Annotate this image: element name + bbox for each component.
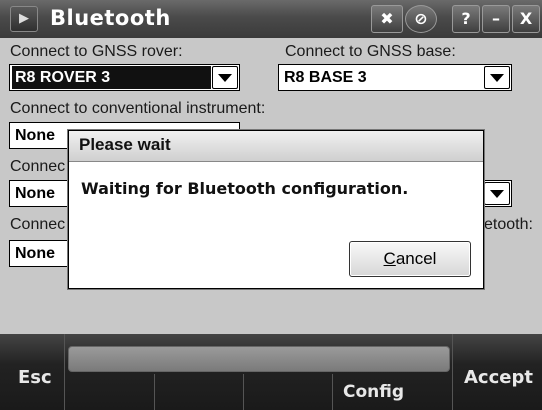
dialog-title: Please wait	[79, 135, 171, 154]
rover-dropdown[interactable]: R8 ROVER 3	[9, 64, 240, 91]
minimize-button[interactable]: –	[482, 5, 510, 33]
softkey-blank[interactable]	[154, 374, 243, 410]
softkey-blank[interactable]	[243, 374, 332, 410]
row4-right-label: etooth:	[484, 216, 533, 233]
window-title: Bluetooth	[50, 6, 171, 30]
separator	[452, 334, 453, 410]
row3-label: Connec	[10, 158, 66, 175]
base-label: Connect to GNSS base:	[285, 43, 456, 60]
chevron-down-icon[interactable]	[212, 66, 238, 89]
base-dropdown[interactable]: R8 BASE 3	[278, 64, 512, 91]
dialog-message: Waiting for Bluetooth configuration.	[81, 179, 409, 198]
chevron-down-icon[interactable]	[484, 66, 510, 89]
bluetooth-app-icon[interactable]: ▶	[10, 6, 38, 32]
config-button[interactable]: Config	[332, 374, 421, 410]
cancel-button[interactable]: Cancel	[349, 241, 471, 277]
title-bar: ▶ Bluetooth ✖ ⊘ ? – X	[0, 0, 542, 38]
help-button[interactable]: ?	[452, 5, 480, 33]
config-label: Config	[343, 382, 405, 402]
base-value: R8 BASE 3	[284, 69, 367, 86]
no-entry-icon[interactable]: ⊘	[405, 5, 437, 33]
satellite-icon[interactable]: ✖	[371, 5, 403, 33]
please-wait-dialog: Please wait Waiting for Bluetooth config…	[68, 130, 484, 289]
accept-button[interactable]: Accept	[464, 367, 533, 388]
row4-label: Connec	[10, 216, 66, 233]
rover-label: Connect to GNSS rover:	[10, 43, 183, 60]
chevron-down-icon[interactable]	[484, 182, 510, 205]
softkey-row: Config	[66, 374, 452, 410]
separator	[64, 334, 65, 410]
esc-button[interactable]: Esc	[18, 367, 52, 388]
close-button[interactable]: X	[512, 5, 540, 33]
conventional-label: Connect to conventional instrument:	[10, 100, 266, 117]
dialog-title-bar: Please wait	[69, 131, 483, 162]
status-field	[68, 346, 450, 372]
rover-value: R8 ROVER 3	[12, 66, 211, 89]
